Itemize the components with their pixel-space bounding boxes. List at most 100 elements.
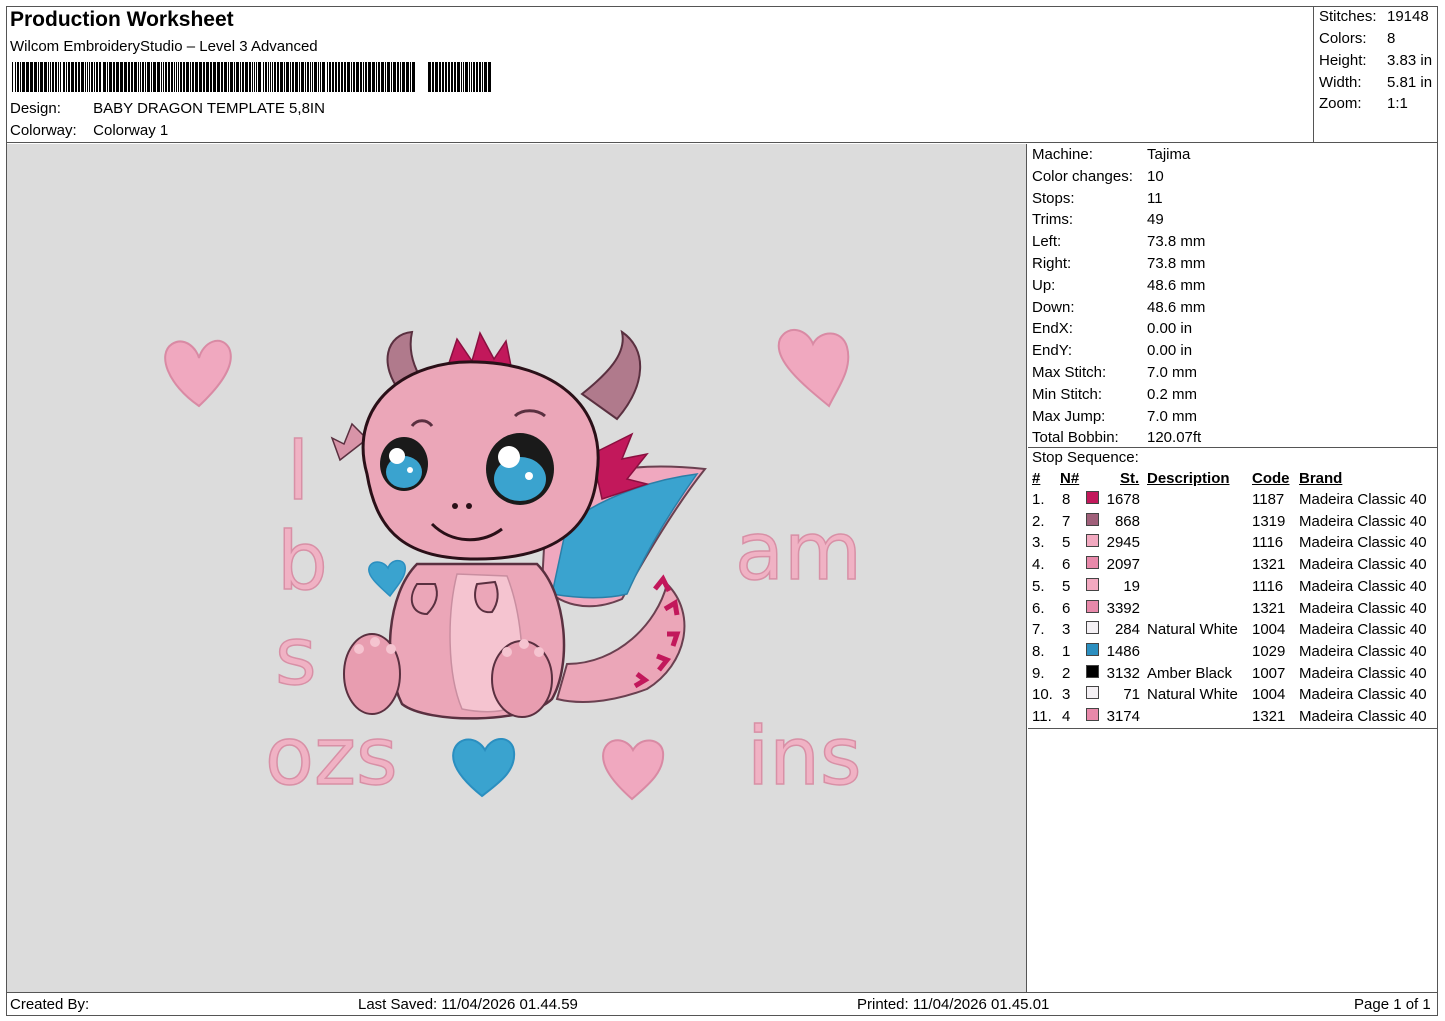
info-label: Stops: bbox=[1032, 189, 1075, 207]
barcode-bar bbox=[312, 62, 313, 92]
barcode-bar bbox=[290, 62, 291, 92]
barcode-bar bbox=[381, 62, 384, 92]
barcode-bar bbox=[252, 62, 253, 92]
needle-number: 6 bbox=[1062, 556, 1071, 574]
barcode-bar bbox=[75, 62, 77, 92]
barcode-bar bbox=[295, 62, 298, 92]
barcode-bar bbox=[183, 62, 185, 92]
barcode-bar bbox=[206, 62, 209, 92]
machine-info-row: Stops: 11 bbox=[1032, 190, 1163, 211]
thread-color-swatch bbox=[1086, 556, 1099, 570]
barcode-bar bbox=[265, 62, 267, 92]
thread-code: 1004 bbox=[1252, 621, 1286, 639]
barcode-bar bbox=[318, 62, 319, 92]
thread-color-swatch bbox=[1086, 621, 1099, 635]
info-label: Left: bbox=[1032, 233, 1062, 251]
thread-brand: Madeira Classic 40 bbox=[1299, 599, 1427, 617]
stop-sequence-row: 5. 5 19 1116 Madeira Classic 40 bbox=[1028, 577, 1438, 599]
barcode-bar bbox=[299, 62, 300, 92]
barcode-bar bbox=[351, 62, 352, 92]
seq-index: 3. bbox=[1032, 534, 1045, 552]
thread-code: 1321 bbox=[1252, 556, 1286, 574]
seq-index: 4. bbox=[1032, 556, 1045, 574]
colorway-row: Colorway: Colorway 1 bbox=[10, 122, 168, 139]
barcode-bar bbox=[454, 62, 456, 92]
stitch-count: 3132 bbox=[1106, 664, 1140, 682]
barcode-bar bbox=[335, 62, 337, 92]
info-value: 49 bbox=[1147, 211, 1164, 229]
barcode-bar bbox=[258, 62, 261, 92]
info-value: 10 bbox=[1147, 167, 1164, 185]
stop-sequence-row: 1. 8 1678 1187 Madeira Classic 40 bbox=[1028, 491, 1438, 512]
barcode-bar bbox=[385, 62, 386, 92]
barcode-bar bbox=[96, 62, 98, 92]
thread-brand: Madeira Classic 40 bbox=[1299, 577, 1427, 595]
barcode-bar bbox=[310, 62, 311, 92]
barcode-bar bbox=[163, 62, 164, 92]
barcode-bar bbox=[161, 62, 162, 92]
stop-sequence-row: 6. 6 3392 1321 Madeira Classic 40 bbox=[1028, 599, 1438, 621]
thread-description: Natural White bbox=[1147, 621, 1238, 639]
needle-number: 2 bbox=[1062, 664, 1071, 682]
text-l: l bbox=[287, 425, 309, 518]
printed-date: Printed: 11/04/2026 01.45.01 bbox=[857, 996, 1050, 1013]
barcode-bar bbox=[307, 62, 309, 92]
barcode-bar bbox=[469, 62, 470, 92]
info-label: Max Jump: bbox=[1032, 407, 1106, 425]
stop-sequence-row: 9. 2 3132 Amber Black 1007 Madeira Classic 40 bbox=[1028, 664, 1438, 686]
text-ins: ins bbox=[747, 710, 862, 803]
barcode-bar bbox=[17, 62, 19, 92]
barcode-bar bbox=[94, 62, 95, 92]
barcode-bar bbox=[171, 62, 173, 92]
barcode-bar bbox=[365, 62, 367, 92]
barcode-bar bbox=[87, 62, 88, 92]
colorway-label: Colorway: bbox=[10, 122, 77, 139]
barcode-bar bbox=[245, 62, 248, 92]
barcode-bar bbox=[338, 62, 340, 92]
barcode-bar bbox=[224, 62, 227, 92]
stat-value: 5.81 in bbox=[1387, 74, 1433, 91]
design-label: Design: bbox=[10, 100, 61, 117]
barcode-bar bbox=[48, 62, 49, 92]
stat-label: Zoom: bbox=[1319, 95, 1362, 112]
barcode-bar bbox=[402, 62, 405, 92]
barcode-bar bbox=[274, 62, 276, 92]
barcode-bar bbox=[50, 62, 51, 92]
info-label: Min Stitch: bbox=[1032, 385, 1103, 403]
needle-number: 3 bbox=[1062, 621, 1071, 639]
barcode-bar bbox=[344, 62, 346, 92]
dragon-eye bbox=[380, 437, 428, 491]
machine-info-row: Right: 73.8 mm bbox=[1032, 255, 1205, 276]
barcode-bar bbox=[213, 62, 216, 92]
thread-brand: Madeira Classic 40 bbox=[1299, 686, 1427, 704]
thread-code: 1321 bbox=[1252, 599, 1286, 617]
barcode-bar bbox=[329, 62, 331, 92]
needle-number: 3 bbox=[1062, 686, 1071, 704]
heart-icon bbox=[452, 738, 516, 798]
barcode-bar bbox=[230, 62, 233, 92]
stitch-count: 19 bbox=[1123, 577, 1140, 595]
barcode-bar bbox=[445, 62, 447, 92]
barcode-bar bbox=[305, 62, 306, 92]
thread-brand: Madeira Classic 40 bbox=[1299, 534, 1427, 552]
created-by: Created By: bbox=[10, 996, 90, 1013]
thread-brand: Madeira Classic 40 bbox=[1299, 556, 1427, 574]
machine-info-row: Down: 48.6 mm bbox=[1032, 299, 1205, 320]
barcode-bar bbox=[277, 62, 279, 92]
needle-number: 5 bbox=[1062, 534, 1071, 552]
barcode-bar bbox=[60, 62, 61, 92]
text-s: s bbox=[275, 610, 317, 703]
thread-brand: Madeira Classic 40 bbox=[1299, 642, 1427, 660]
barcode-bar bbox=[58, 62, 59, 92]
barcode-bar bbox=[174, 62, 175, 92]
barcode-bar bbox=[186, 62, 189, 92]
barcode-bar bbox=[448, 62, 450, 92]
machine-info-row: Max Stitch: 7.0 mm bbox=[1032, 364, 1197, 385]
stop-sequence-row: 11. 4 3174 1321 Madeira Classic 40 bbox=[1028, 708, 1438, 729]
barcode-bar bbox=[393, 62, 396, 92]
stop-sequence-row: 3. 5 2945 1116 Madeira Classic 40 bbox=[1028, 534, 1438, 555]
needle-number: 8 bbox=[1062, 491, 1071, 508]
barcode-bar bbox=[236, 62, 239, 92]
seq-index: 6. bbox=[1032, 599, 1045, 617]
barcode-bar bbox=[254, 62, 255, 92]
